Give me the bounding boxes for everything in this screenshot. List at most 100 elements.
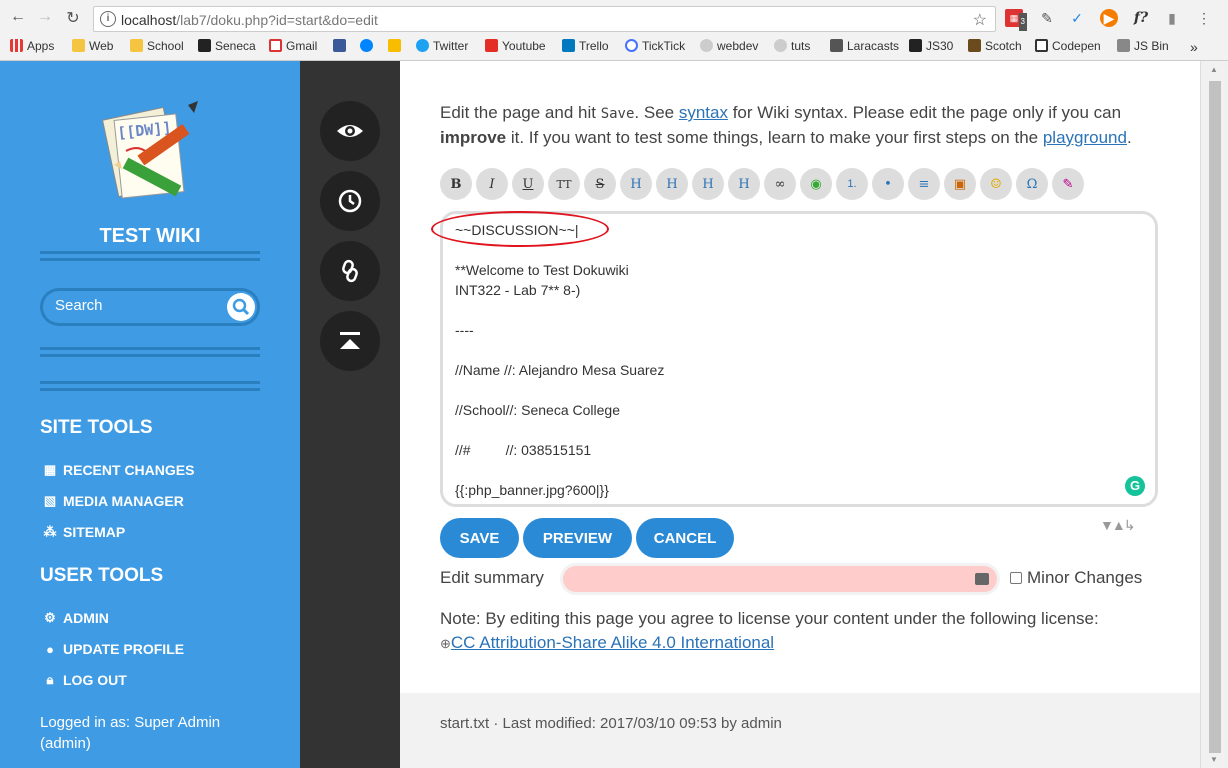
edit-summary-label: Edit summary — [440, 568, 544, 587]
internal-link-button[interactable]: ∞ — [764, 168, 796, 200]
bookmark-twitter[interactable]: Twitter — [416, 39, 468, 53]
site-tools-heading: SITE TOOLS — [40, 417, 153, 438]
forward-icon[interactable]: → — [35, 8, 55, 26]
admin-link[interactable]: ⚙ ADMIN — [42, 610, 109, 626]
search-input[interactable] — [55, 297, 215, 314]
signature-button[interactable]: ✎ — [1052, 168, 1084, 200]
scrollbar-thumb[interactable] — [1209, 81, 1221, 753]
scrollbar[interactable]: ▲ ▼ — [1200, 61, 1228, 768]
wiki-text-editor[interactable]: ~~DISCUSSION~~| **Welcome to Test Dokuwi… — [455, 220, 1135, 500]
trello-icon — [562, 39, 575, 52]
cancel-button[interactable]: CANCEL — [636, 518, 734, 558]
smileys-button[interactable]: ☺ — [980, 168, 1012, 200]
bookmark-keep[interactable] — [388, 39, 405, 53]
lock-icon: 🔒︎ — [46, 672, 54, 687]
logged-in-user: (admin) — [40, 735, 91, 752]
special-chars-button[interactable]: Ω — [1016, 168, 1048, 200]
ticktick-extension-icon[interactable]: ✓ — [1068, 9, 1086, 27]
last-modified: start.txt · Last modified: 2017/03/10 09… — [440, 715, 782, 732]
backlinks-button[interactable] — [320, 241, 380, 301]
bookmark-scotch[interactable]: Scotch — [968, 39, 1022, 53]
layout-extension-icon[interactable]: ▮ — [1163, 9, 1181, 27]
show-page-button[interactable] — [320, 101, 380, 161]
back-to-top-button[interactable] — [320, 311, 380, 371]
external-link-button[interactable]: ◉ — [800, 168, 832, 200]
apps-grid-icon — [10, 39, 23, 52]
headline-button[interactable]: H — [728, 168, 760, 200]
sidebar: [[DW]] TEST WIKI SITE TOOLS ▦RECENT CHAN… — [0, 61, 300, 768]
info-icon[interactable]: i — [100, 11, 116, 27]
browser-chrome: ← → ↻ i localhost/lab7/doku.php?id=start… — [0, 0, 1228, 61]
bookmark-ticktick[interactable]: TickTick — [625, 39, 685, 53]
grammarly-icon[interactable]: G — [1125, 476, 1145, 496]
same-level-heading-button[interactable]: H — [620, 168, 652, 200]
search-button[interactable] — [227, 293, 255, 321]
bookmark-web[interactable]: Web — [72, 39, 113, 53]
unordered-list-button[interactable]: • — [872, 168, 904, 200]
extension-calendar-icon[interactable]: ▦ 3 — [1005, 9, 1027, 31]
bookmark-jsbin[interactable]: JS Bin — [1117, 39, 1169, 53]
minor-changes-checkbox[interactable]: Minor Changes — [1010, 568, 1142, 588]
logout-link[interactable]: 🔒︎ LOG OUT — [42, 672, 127, 688]
underline-button[interactable]: U — [512, 168, 544, 200]
bookmark-js30[interactable]: JS30 — [909, 39, 953, 53]
bookmark-tuts[interactable]: tuts — [774, 39, 810, 53]
bookmark-laracasts[interactable]: Laracasts — [830, 39, 899, 53]
bookmark-gmail[interactable]: Gmail — [269, 39, 317, 53]
folder-icon — [72, 39, 85, 52]
bookmark-school[interactable]: School — [130, 39, 184, 53]
old-revisions-button[interactable] — [320, 171, 380, 231]
scroll-down-icon[interactable]: ▼ — [1210, 755, 1218, 764]
wiki-title[interactable]: TEST WIKI — [0, 225, 300, 248]
eye-icon — [337, 125, 363, 137]
menu-icon[interactable]: ⋮ — [1195, 9, 1213, 27]
editor-resize-icon[interactable]: ▼▲↳ — [1100, 517, 1135, 534]
back-icon[interactable]: ← — [8, 8, 28, 26]
recent-changes-link[interactable]: ▦ RECENT CHANGES — [42, 462, 195, 478]
bookmark-trello[interactable]: Trello — [562, 39, 609, 53]
license-text: Note: By editing this page you agree to … — [440, 609, 1099, 628]
bookmark-messenger[interactable] — [360, 39, 377, 53]
monospace-button[interactable]: TT — [548, 168, 580, 200]
bookmark-codepen[interactable]: Codepen — [1035, 39, 1101, 53]
syntax-link[interactable]: syntax — [679, 103, 728, 122]
sitemap-link[interactable]: ⁂ SITEMAP — [42, 524, 126, 540]
bookmark-seneca[interactable]: Seneca — [198, 39, 256, 53]
reload-icon[interactable]: ↻ — [63, 8, 83, 28]
add-image-button[interactable]: ▣ — [944, 168, 976, 200]
dokuwiki-logo[interactable]: [[DW]] — [96, 99, 204, 207]
scotch-icon — [968, 39, 981, 52]
preview-button[interactable]: PREVIEW — [523, 518, 632, 558]
license-link[interactable]: CC Attribution-Share Alike 4.0 Internati… — [451, 633, 774, 652]
media-manager-link[interactable]: ▧ MEDIA MANAGER — [42, 493, 184, 509]
function-extension-icon[interactable]: f? — [1132, 9, 1150, 27]
scroll-up-icon[interactable]: ▲ — [1210, 65, 1218, 74]
horizontal-rule-button[interactable]: ≡ — [908, 168, 940, 200]
divider — [40, 347, 260, 361]
checkbox[interactable] — [1010, 572, 1022, 584]
address-bar[interactable]: i localhost/lab7/doku.php?id=start&do=ed… — [93, 6, 996, 32]
italic-button[interactable]: I — [476, 168, 508, 200]
strikethrough-button[interactable]: S — [584, 168, 616, 200]
bookmarks-overflow[interactable]: » — [1190, 39, 1198, 55]
bookmark-webdev[interactable]: webdev — [700, 39, 758, 53]
folder-icon — [130, 39, 143, 52]
playground-link[interactable]: playground — [1043, 128, 1127, 147]
bookmark-apps[interactable]: Apps — [10, 39, 54, 53]
jsbin-icon — [1117, 39, 1130, 52]
eyedropper-icon[interactable]: ✎ — [1038, 9, 1056, 27]
save-button[interactable]: SAVE — [440, 518, 519, 558]
ordered-list-button[interactable]: 1. — [836, 168, 868, 200]
lower-heading-button[interactable]: H — [656, 168, 688, 200]
blackboard-icon — [198, 39, 211, 52]
edit-summary-input[interactable] — [560, 563, 1000, 595]
bookmark-facebook[interactable] — [333, 39, 350, 53]
user-tools-heading: USER TOOLS — [40, 565, 164, 586]
bold-button[interactable]: B — [440, 168, 472, 200]
play-extension-icon[interactable]: ▶ — [1100, 9, 1118, 27]
higher-heading-button[interactable]: H — [692, 168, 724, 200]
reddit-icon — [700, 39, 713, 52]
bookmark-youtube[interactable]: Youtube — [485, 39, 546, 53]
update-profile-link[interactable]: ● UPDATE PROFILE — [42, 641, 184, 657]
bookmark-star-icon[interactable]: ☆ — [973, 10, 987, 30]
